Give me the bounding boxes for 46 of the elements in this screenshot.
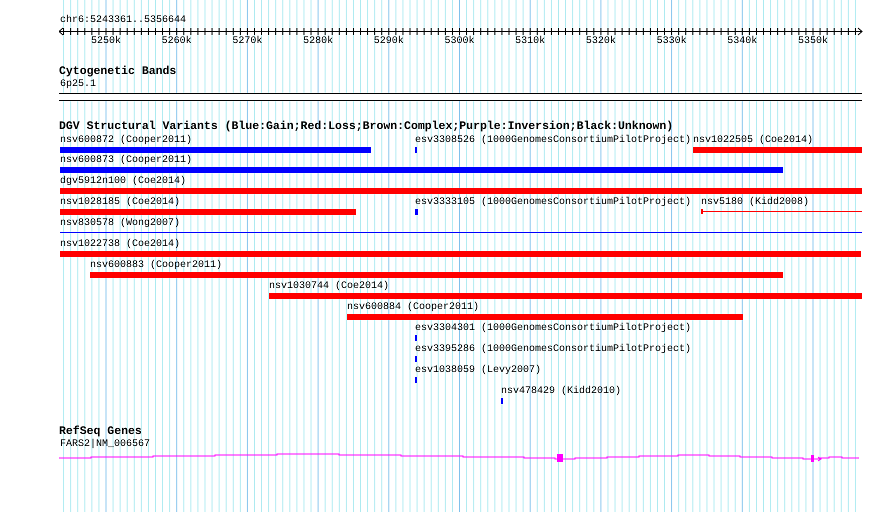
tick-label: 5260k (162, 36, 192, 47)
variant-label: nsv600873 (Cooper2011) (60, 155, 192, 166)
tick-label: 5350k (798, 36, 828, 47)
region-label: chr6:5243361..5356644 (60, 15, 186, 26)
variant-label: nsv1022738 (Coe2014) (60, 239, 180, 250)
variant-label: nsv600884 (Cooper2011) (347, 302, 480, 313)
variant-bar[interactable] (347, 314, 743, 320)
tick-label: 5330k (656, 36, 687, 47)
variant-bar[interactable] (415, 209, 418, 215)
tick-label: 5320k (586, 36, 616, 47)
variant-label: nsv600883 (Cooper2011) (90, 260, 222, 271)
variant-bar[interactable] (60, 251, 861, 257)
variant-label: esv3333105 (1000GenomesConsortiumPilotProject) (415, 197, 692, 208)
variant-label: nsv5180 (Kidd2008) (701, 197, 810, 208)
tick-label: 5290k (374, 36, 404, 47)
variant-bar[interactable] (60, 147, 371, 153)
variant-label: nsv1030744 (Coe2014) (269, 281, 390, 292)
tick-label: 5300k (444, 36, 474, 47)
tick-label: 5270k (232, 36, 262, 47)
variant-label: nsv478429 (Kidd2010) (501, 386, 622, 397)
variant-bar[interactable] (60, 167, 783, 173)
tick-label: 5340k (727, 36, 758, 47)
tick-label: 5250k (91, 36, 121, 47)
variant-label: nsv600872 (Cooper2011) (60, 135, 192, 146)
variant-label: esv3308526 (1000GenomesConsortiumPilotProject) (415, 135, 692, 146)
variant-bar[interactable] (90, 272, 783, 278)
band-label: 6p25.1 (60, 79, 96, 90)
track-title: RefSeq Genes (59, 426, 142, 438)
gene-label: FARS2|NM_006567 (60, 439, 150, 450)
variant-line[interactable] (701, 209, 862, 214)
variant-label: nsv830578 (Wong2007) (60, 218, 180, 229)
variant-label: dgv5912n100 (Coe2014) (60, 176, 186, 187)
variant-bar[interactable] (60, 188, 862, 194)
track-title: DGV Structural Variants (Blue:Gain;Red:Loss;Brown:Complex;Purple:Inversion;Black:Unknown) (59, 121, 674, 133)
variant-bar[interactable] (60, 209, 356, 215)
variant-label: esv3395286 (1000GenomesConsortiumPilotProject) (415, 344, 692, 355)
tick-label: 5280k (303, 36, 334, 47)
variant-line[interactable] (60, 230, 862, 235)
variant-label: nsv1022505 (Coe2014) (693, 135, 814, 146)
track-title: Cytogenetic Bands (59, 66, 176, 78)
variant-label: esv1038059 (Levy2007) (415, 365, 542, 376)
tick-label: 5310k (515, 36, 546, 47)
variant-label: nsv1028185 (Coe2014) (60, 197, 180, 208)
variant-label: esv3304301 (1000GenomesConsortiumPilotProject) (415, 323, 692, 334)
variant-bar[interactable] (693, 147, 862, 153)
variant-bar[interactable] (269, 293, 862, 299)
